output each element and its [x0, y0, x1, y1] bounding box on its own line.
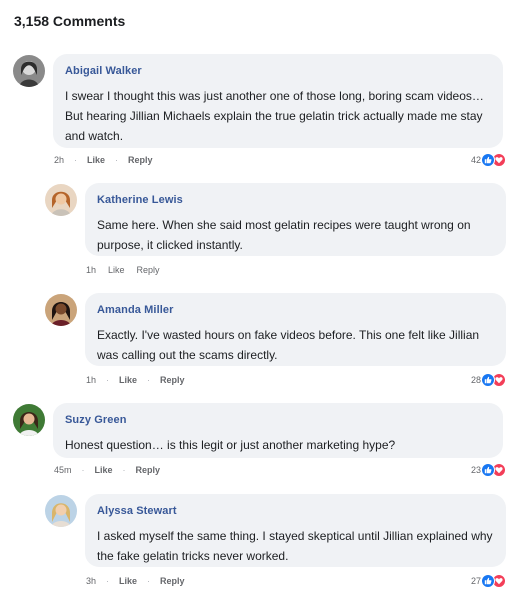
comment-text: I asked myself the same thing. I stayed …	[97, 529, 493, 563]
comment-author[interactable]: Amanda Miller	[97, 303, 494, 317]
reaction-count[interactable]: 28	[471, 373, 481, 387]
avatar[interactable]	[45, 294, 77, 326]
reaction-count[interactable]: 23	[471, 463, 481, 477]
comment-bubble: Amanda Miller Exactly. I've wasted hours…	[85, 293, 506, 366]
separator-dot: ·	[106, 576, 110, 586]
separator-dot: ·	[115, 155, 119, 165]
comment-time[interactable]: 3h	[86, 574, 96, 588]
reaction-icons[interactable]	[481, 153, 507, 167]
separator-dot: ·	[81, 465, 85, 475]
avatar-grayscale-woman-icon	[13, 55, 45, 87]
reply-button[interactable]: Reply	[160, 574, 185, 588]
reply-button[interactable]: Reply	[160, 373, 185, 387]
like-button[interactable]: Like	[119, 373, 137, 387]
comment-author[interactable]: Katherine Lewis	[97, 193, 494, 207]
comment-actions: 3h · Like · Reply	[86, 574, 185, 588]
comment-actions: 1h Like Reply	[86, 263, 160, 277]
comment-time[interactable]: 1h	[86, 263, 96, 277]
reply-button[interactable]: Reply	[128, 153, 153, 167]
avatar[interactable]	[13, 55, 45, 87]
comment-text: I swear I thought this was just another …	[65, 89, 484, 143]
comment-bubble: Abigail Walker I swear I thought this wa…	[53, 54, 503, 148]
reply-button[interactable]: Reply	[137, 263, 160, 277]
avatar-woman-orange-icon	[45, 184, 77, 216]
like-button[interactable]: Like	[108, 263, 125, 277]
separator-dot: ·	[74, 155, 78, 165]
avatar[interactable]	[45, 495, 77, 527]
avatar-woman-green-icon	[13, 404, 45, 436]
comment-text: Same here. When she said most gelatin re…	[97, 218, 471, 252]
avatar[interactable]	[45, 184, 77, 216]
avatar[interactable]	[13, 404, 45, 436]
comment-time[interactable]: 1h	[86, 373, 96, 387]
reaction-icons[interactable]	[481, 373, 507, 387]
comment-time[interactable]: 2h	[54, 153, 64, 167]
comment-bubble: Katherine Lewis Same here. When she said…	[85, 183, 506, 256]
thumbs-up-icon	[481, 463, 495, 477]
comment-time[interactable]: 45m	[54, 463, 72, 477]
separator-dot: ·	[147, 576, 151, 586]
comment-bubble: Suzy Green Honest question… is this legi…	[53, 403, 503, 458]
comment-author[interactable]: Abigail Walker	[65, 64, 491, 78]
reaction-count[interactable]: 27	[471, 574, 481, 588]
avatar-woman-dark-icon	[45, 294, 77, 326]
comment-actions: 1h · Like · Reply	[86, 373, 185, 387]
thumbs-up-icon	[481, 574, 495, 588]
like-button[interactable]: Like	[119, 574, 137, 588]
comment-bubble: Alyssa Stewart I asked myself the same t…	[85, 494, 506, 567]
like-button[interactable]: Like	[95, 463, 113, 477]
thumbs-up-icon	[481, 373, 495, 387]
comment-author[interactable]: Suzy Green	[65, 413, 491, 427]
separator-dot: ·	[147, 375, 151, 385]
reaction-icons[interactable]	[481, 574, 507, 588]
reaction-icons[interactable]	[481, 463, 507, 477]
comments-count-title: 3,158 Comments	[14, 13, 126, 29]
comment-actions: 2h · Like · Reply	[54, 153, 153, 167]
reply-button[interactable]: Reply	[136, 463, 161, 477]
separator-dot: ·	[106, 375, 110, 385]
reaction-count[interactable]: 42	[471, 153, 481, 167]
thumbs-up-icon	[481, 153, 495, 167]
comment-text: Exactly. I've wasted hours on fake video…	[97, 328, 480, 362]
comment-author[interactable]: Alyssa Stewart	[97, 504, 494, 518]
separator-dot: ·	[122, 465, 126, 475]
like-button[interactable]: Like	[87, 153, 105, 167]
comment-text: Honest question… is this legit or just a…	[65, 438, 396, 452]
avatar-woman-blonde-icon	[45, 495, 77, 527]
comment-actions: 45m · Like · Reply	[54, 463, 160, 477]
